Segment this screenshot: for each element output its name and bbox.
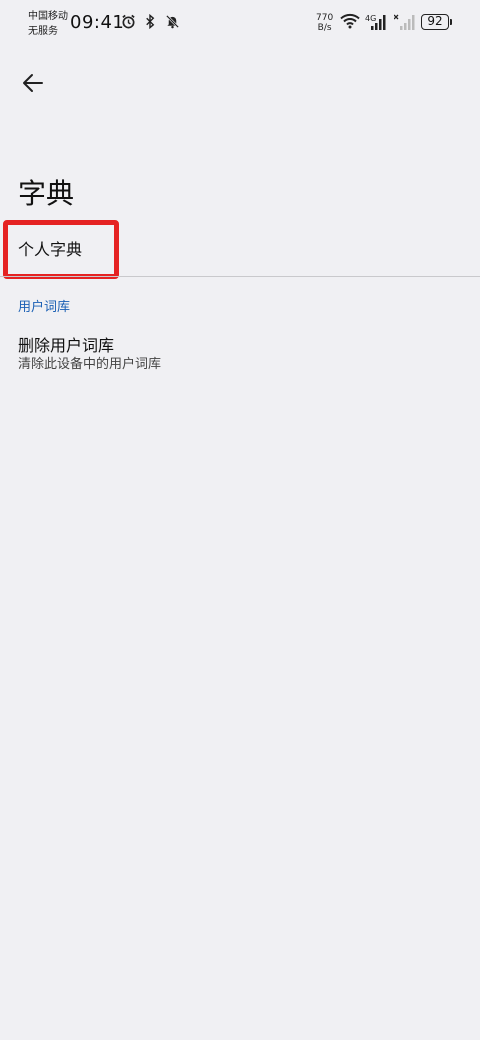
carrier-name: 中国移动 (28, 11, 68, 22)
status-bar: 中国移动 无服务 09:41 770 B/s 4G 92 (0, 0, 480, 48)
arrow-left-icon (23, 74, 43, 92)
cellular-signal-icon: 4G (365, 14, 389, 34)
page-title: 字典 (18, 177, 75, 210)
status-icons (120, 13, 180, 33)
divider (0, 276, 480, 277)
delete-user-dictionary-summary: 清除此设备中的用户词库 (18, 357, 162, 372)
back-button[interactable] (16, 66, 50, 100)
network-type-label: 4G (365, 14, 376, 23)
delete-user-dictionary-item[interactable]: 删除用户词库 清除此设备中的用户词库 (0, 326, 480, 380)
section-header-user-dictionary: 用户词库 (18, 300, 71, 315)
personal-dictionary-item[interactable]: 个人字典 (0, 222, 480, 276)
personal-dictionary-label: 个人字典 (18, 240, 83, 259)
carrier-info: 中国移动 无服务 (28, 9, 68, 39)
no-signal-icon (393, 14, 416, 34)
alarm-icon (120, 14, 136, 33)
network-speed: 770 B/s (316, 13, 333, 33)
wifi-icon (340, 13, 360, 33)
bluetooth-icon (142, 13, 158, 33)
carrier-status: 无服务 (28, 26, 58, 37)
network-speed-value: 770 (316, 13, 334, 23)
battery-indicator: 92 (421, 14, 452, 30)
mute-notification-icon (164, 14, 180, 33)
clock: 09:41 (70, 12, 125, 33)
network-speed-unit: B/s (317, 23, 332, 33)
